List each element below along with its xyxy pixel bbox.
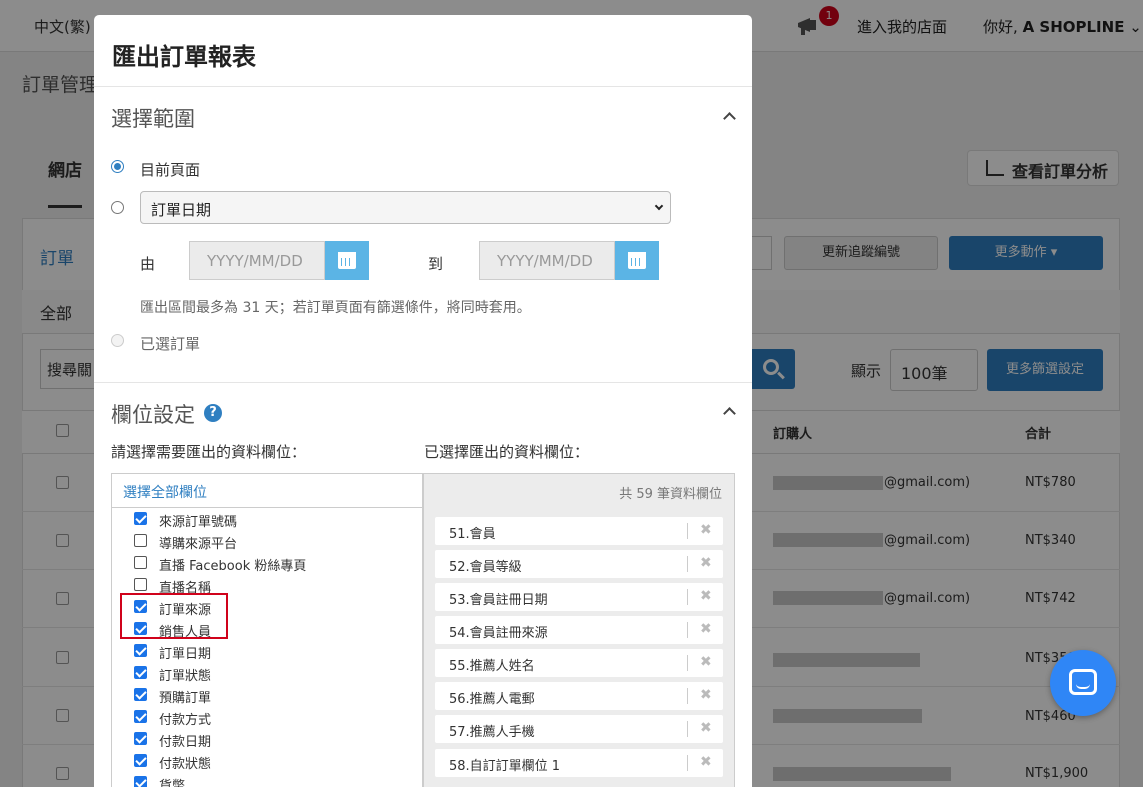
field-checkbox[interactable] — [134, 556, 147, 569]
selected-field-label: 56.推薦人電郵 — [449, 692, 535, 707]
chevron-down-icon — [654, 201, 664, 211]
selected-field-label: 53.會員註冊日期 — [449, 593, 548, 608]
field-label: 付款狀態 — [159, 757, 212, 772]
from-label: 由 — [140, 255, 156, 273]
field-checkbox[interactable] — [134, 776, 147, 787]
selected-field-chip[interactable]: 53.會員註冊日期 ✖ — [435, 583, 723, 611]
divider — [94, 382, 752, 383]
selected-fields-list: 共 59 筆資料欄位 51.會員 ✖ 52.會員等級 ✖ 53.會員註冊日期 ✖ 54… — [423, 473, 735, 787]
chip-divider — [687, 688, 688, 704]
field-label: 訂單狀態 — [159, 669, 212, 684]
date-range-hint: 匯出區間最多為 31 天；若訂單頁面有篩選條件，將同時套用。 — [140, 300, 531, 316]
available-fields-heading: 請選擇需要匯出的資料欄位： — [111, 443, 307, 461]
calendar-icon — [338, 252, 356, 269]
field-label: 付款方式 — [159, 713, 212, 728]
remove-icon[interactable]: ✖ — [700, 754, 712, 770]
selected-orders-label: 已選訂單 — [140, 335, 201, 353]
field-label: 來源訂單號碼 — [159, 515, 238, 530]
remove-icon[interactable]: ✖ — [700, 621, 712, 637]
start-date-calendar-button[interactable] — [325, 241, 369, 280]
selected-field-chip[interactable]: 58.自訂訂單欄位 1 ✖ — [435, 749, 723, 777]
field-label: 導購來源平台 — [159, 537, 238, 552]
selected-field-chip[interactable]: 57.推薦人手機 ✖ — [435, 715, 723, 743]
field-label: 直播 Facebook 粉絲專頁 — [159, 559, 307, 574]
modal-title: 匯出訂單報表 — [112, 43, 256, 71]
fields-section-title: 欄位設定 — [111, 403, 195, 427]
chip-divider — [687, 556, 688, 572]
field-label: 付款日期 — [159, 735, 212, 750]
range-section-title: 選擇範圍 — [111, 107, 195, 131]
current-page-label: 目前頁面 — [140, 161, 201, 179]
calendar-icon — [628, 252, 646, 269]
selected-field-count: 共 59 筆資料欄位 — [619, 487, 722, 502]
field-checkbox[interactable] — [134, 732, 147, 745]
selected-fields-heading: 已選擇匯出的資料欄位： — [424, 443, 590, 461]
field-checkbox[interactable] — [134, 666, 147, 679]
selected-field-chip[interactable]: 55.推薦人姓名 ✖ — [435, 649, 723, 677]
radio-current-page[interactable] — [111, 160, 124, 173]
field-label: 預購訂單 — [159, 691, 212, 706]
field-label: 貨幣 — [159, 779, 186, 787]
chat-icon — [1069, 669, 1097, 695]
divider — [94, 86, 752, 87]
selected-field-label: 57.推薦人手機 — [449, 725, 535, 740]
selected-field-chip[interactable]: 51.會員 ✖ — [435, 517, 723, 545]
chip-divider — [687, 523, 688, 539]
to-label: 到 — [428, 255, 444, 273]
selected-field-chip[interactable]: 52.會員等級 ✖ — [435, 550, 723, 578]
field-checkbox[interactable] — [134, 534, 147, 547]
end-date-calendar-button[interactable] — [615, 241, 659, 280]
radio-selected-orders[interactable] — [111, 334, 124, 347]
remove-icon[interactable]: ✖ — [700, 522, 712, 538]
field-checkbox[interactable] — [134, 512, 147, 525]
divider — [112, 507, 422, 508]
collapse-range-chevron-icon[interactable] — [723, 112, 736, 125]
end-date-input[interactable]: YYYY/MM/DD — [479, 241, 615, 280]
remove-icon[interactable]: ✖ — [700, 720, 712, 736]
remove-icon[interactable]: ✖ — [700, 588, 712, 604]
remove-icon[interactable]: ✖ — [700, 687, 712, 703]
annotation-highlight-box — [120, 593, 228, 639]
selected-field-label: 52.會員等級 — [449, 560, 522, 575]
selected-field-chip[interactable]: 56.推薦人電郵 ✖ — [435, 682, 723, 710]
selected-field-label: 54.會員註冊來源 — [449, 626, 548, 641]
field-checkbox[interactable] — [134, 710, 147, 723]
selected-field-label: 58.自訂訂單欄位 1 — [449, 759, 561, 774]
remove-icon[interactable]: ✖ — [700, 654, 712, 670]
field-checkbox[interactable] — [134, 688, 147, 701]
date-type-value: 訂單日期 — [151, 201, 212, 219]
help-icon[interactable]: ? — [204, 404, 222, 422]
field-checkbox[interactable] — [134, 578, 147, 591]
field-checkbox[interactable] — [134, 754, 147, 767]
selected-field-label: 51.會員 — [449, 527, 496, 542]
selected-field-chip[interactable]: 54.會員註冊來源 ✖ — [435, 616, 723, 644]
remove-icon[interactable]: ✖ — [700, 555, 712, 571]
selected-field-label: 55.推薦人姓名 — [449, 659, 535, 674]
chip-divider — [687, 589, 688, 605]
field-checkbox[interactable] — [134, 644, 147, 657]
chat-button[interactable] — [1050, 650, 1116, 716]
start-date-input[interactable]: YYYY/MM/DD — [189, 241, 325, 280]
export-orders-modal: 匯出訂單報表 選擇範圍 目前頁面 訂單日期 由 YYYY/MM/DD 到 YYY… — [94, 15, 752, 787]
collapse-fields-chevron-icon[interactable] — [723, 407, 736, 420]
chip-divider — [687, 655, 688, 671]
date-type-select[interactable]: 訂單日期 — [140, 191, 671, 224]
radio-order-date[interactable] — [111, 201, 124, 214]
select-all-fields-link[interactable]: 選擇全部欄位 — [123, 482, 207, 502]
field-label: 訂單日期 — [159, 647, 212, 662]
chip-divider — [687, 721, 688, 737]
chip-divider — [687, 755, 688, 771]
chip-divider — [687, 622, 688, 638]
